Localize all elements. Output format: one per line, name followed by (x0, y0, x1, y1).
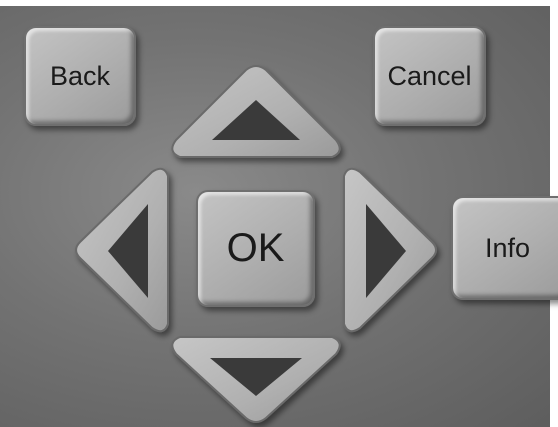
top-edge (0, 0, 558, 6)
left-arrow-button[interactable] (75, 167, 169, 333)
right-arrow-button[interactable] (343, 167, 437, 333)
cancel-button-label: Cancel (387, 60, 472, 91)
info-button[interactable]: Info (451, 196, 558, 300)
up-arrow-button[interactable] (171, 65, 341, 158)
info-button-label: Info (485, 232, 531, 263)
down-arrow-button[interactable] (171, 336, 341, 423)
ok-button-label: OK (226, 226, 285, 270)
ok-button[interactable]: OK (196, 190, 315, 307)
back-button-label: Back (49, 60, 111, 91)
remote-control-panel: Back Cancel OK Info (0, 0, 558, 427)
cancel-button[interactable]: Cancel (373, 26, 486, 126)
back-button[interactable]: Back (24, 26, 136, 126)
